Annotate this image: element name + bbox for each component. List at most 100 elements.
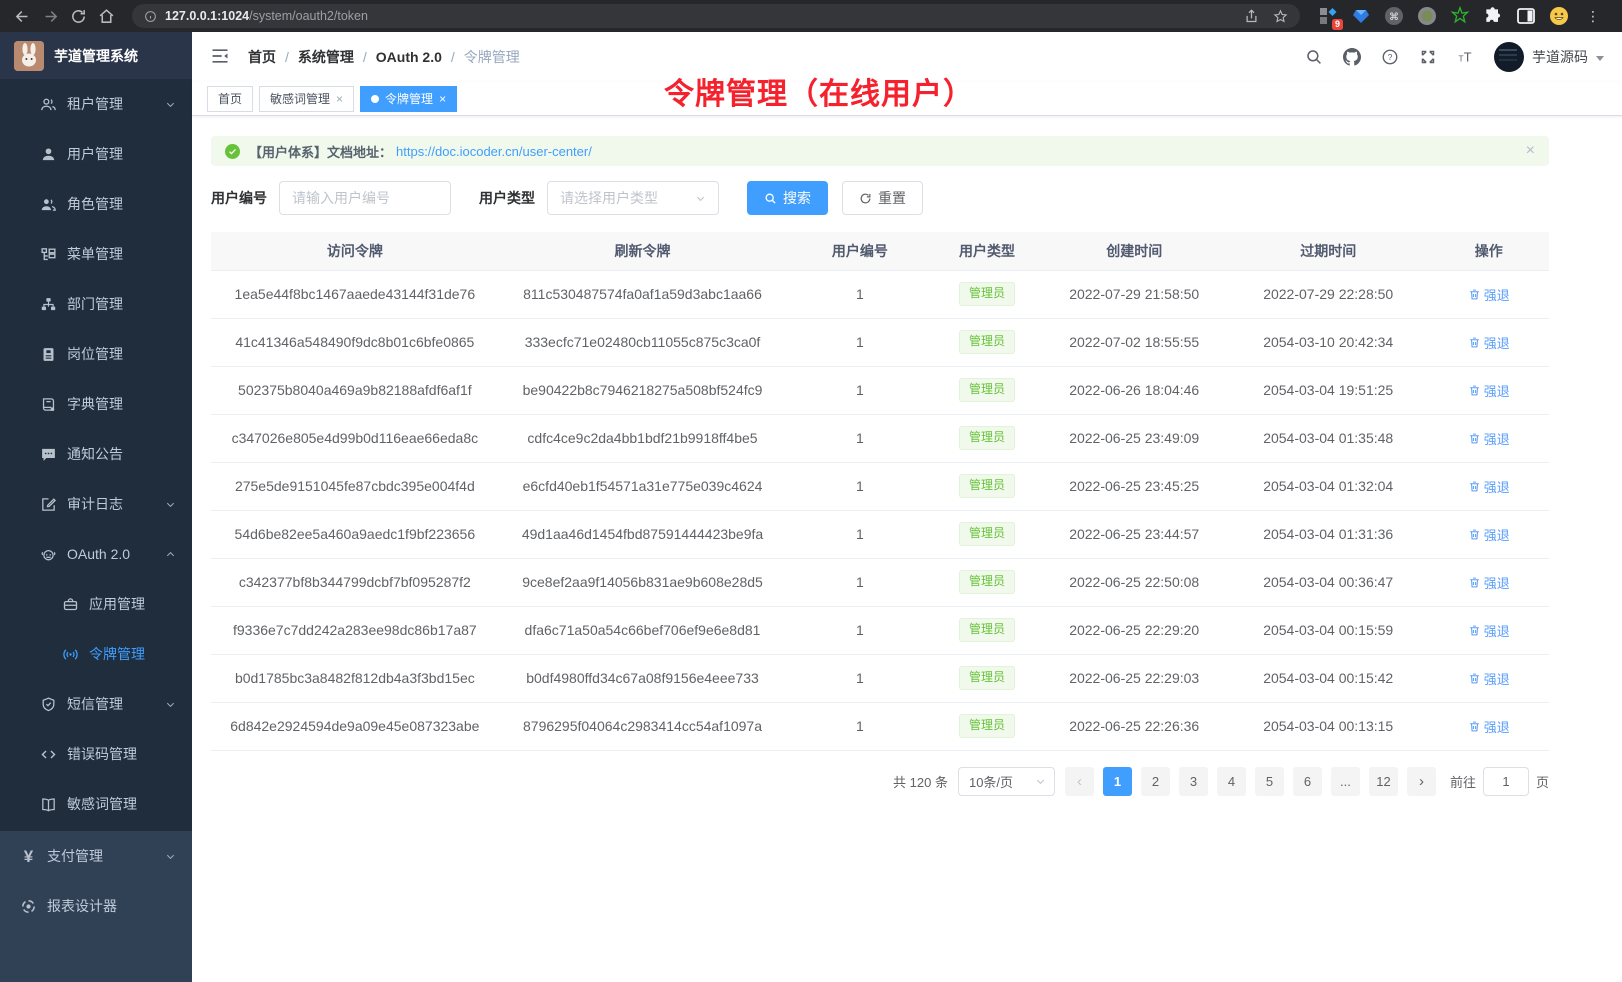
page-button[interactable]: 6: [1293, 767, 1322, 796]
side-panel-icon[interactable]: [1516, 6, 1536, 26]
force-logout-button[interactable]: 强退: [1468, 381, 1510, 400]
browser-menu-icon[interactable]: ⋮: [1582, 8, 1606, 25]
extension-circle-icon[interactable]: [1417, 6, 1437, 26]
forward-icon[interactable]: [36, 2, 64, 30]
sidebar-item-role[interactable]: 角色管理: [0, 179, 192, 229]
cell-create-time: 2022-06-25 23:45:25: [1041, 462, 1228, 510]
sidebar-item-errorcode[interactable]: 错误码管理: [0, 729, 192, 779]
breadcrumb-home[interactable]: 首页: [248, 47, 276, 67]
fullscreen-icon[interactable]: [1418, 47, 1438, 67]
menu-tree-icon: [40, 246, 57, 263]
sidebar-collapse-icon[interactable]: [210, 46, 232, 68]
sidebar-item-user[interactable]: 用户管理: [0, 129, 192, 179]
prev-page-button[interactable]: ‹: [1065, 767, 1094, 796]
oauth-robot-icon: [40, 546, 57, 563]
font-size-icon[interactable]: TT: [1456, 47, 1476, 67]
page-button[interactable]: 1: [1103, 767, 1132, 796]
force-logout-button[interactable]: 强退: [1468, 477, 1510, 496]
force-logout-button[interactable]: 强退: [1468, 429, 1510, 448]
breadcrumb-system[interactable]: 系统管理: [298, 47, 354, 67]
cell-user-type: 管理员: [934, 318, 1041, 366]
page-button[interactable]: 3: [1179, 767, 1208, 796]
force-logout-button[interactable]: 强退: [1468, 669, 1510, 688]
sidebar-item-notice[interactable]: 通知公告: [0, 429, 192, 479]
sidebar-item-oauth-token[interactable]: 令牌管理: [0, 629, 192, 679]
sidebar-item-dict[interactable]: 字典管理: [0, 379, 192, 429]
force-logout-button[interactable]: 强退: [1468, 285, 1510, 304]
user-type-select[interactable]: 请选择用户类型: [547, 181, 719, 215]
total-count: 共 120 条: [893, 772, 948, 791]
page-button[interactable]: 12: [1369, 767, 1398, 796]
svg-text:T: T: [1464, 50, 1472, 65]
sidebar-item-oauth-app[interactable]: 应用管理: [0, 579, 192, 629]
sidebar-item-report-designer[interactable]: 报表设计器: [0, 881, 192, 931]
goto-page-input[interactable]: [1483, 767, 1529, 796]
cell-actions: 强退: [1429, 702, 1549, 750]
extension-grid-icon[interactable]: 9: [1318, 6, 1338, 26]
reload-icon[interactable]: [64, 2, 92, 30]
close-icon[interactable]: ×: [336, 92, 343, 106]
page-button[interactable]: 5: [1255, 767, 1284, 796]
help-icon[interactable]: ?: [1380, 47, 1400, 67]
cell-refresh-token: b0df4980ffd34c67a08f9156e4eee733: [499, 654, 787, 702]
address-bar[interactable]: 127.0.0.1:1024/system/oauth2/token: [132, 4, 1300, 28]
cell-actions: 强退: [1429, 270, 1549, 318]
next-page-button[interactable]: ›: [1407, 767, 1436, 796]
extension-command-icon[interactable]: ⌘: [1384, 6, 1404, 26]
app-logo-row[interactable]: 芋道管理系统: [0, 32, 192, 79]
force-logout-button[interactable]: 强退: [1468, 717, 1510, 736]
force-logout-button[interactable]: 强退: [1468, 621, 1510, 640]
page-button[interactable]: ...: [1331, 767, 1360, 796]
page-unit-label: 页: [1536, 772, 1549, 791]
extension-star-icon[interactable]: [1450, 6, 1470, 26]
tab-sensitive-word[interactable]: 敏感词管理 ×: [259, 86, 354, 112]
breadcrumb-oauth[interactable]: OAuth 2.0: [376, 49, 442, 65]
home-icon[interactable]: [92, 2, 120, 30]
cell-create-time: 2022-07-29 21:58:50: [1041, 270, 1228, 318]
extension-puzzle-icon[interactable]: [1483, 6, 1503, 26]
col-access-token: 访问令牌: [211, 232, 499, 270]
cell-expire-time: 2054-03-04 00:15:59: [1228, 606, 1429, 654]
svg-text:T: T: [1459, 55, 1464, 64]
table-row: 41c41346a548490f9dc8b01c6bfe0865 333ecfc…: [211, 318, 1549, 366]
force-logout-button[interactable]: 强退: [1468, 573, 1510, 592]
cell-user-id: 1: [786, 606, 933, 654]
tab-token[interactable]: 令牌管理 ×: [360, 86, 457, 112]
sidebar-item-pay[interactable]: ¥ 支付管理: [0, 831, 192, 881]
github-icon[interactable]: [1342, 47, 1362, 67]
search-icon[interactable]: [1304, 47, 1324, 67]
sidebar-item-post[interactable]: 岗位管理: [0, 329, 192, 379]
search-button[interactable]: 搜索: [747, 181, 828, 215]
force-logout-button[interactable]: 强退: [1468, 333, 1510, 352]
user-id-input[interactable]: [279, 181, 451, 215]
sidebar-item-sms[interactable]: 短信管理: [0, 679, 192, 729]
extension-strip: 9 ⌘ ⋮: [1310, 6, 1614, 26]
page-button[interactable]: 4: [1217, 767, 1246, 796]
sidebar-item-sensitive-word[interactable]: 敏感词管理: [0, 779, 192, 829]
page-button[interactable]: 2: [1141, 767, 1170, 796]
cell-actions: 强退: [1429, 414, 1549, 462]
user-menu[interactable]: 芋道源码: [1494, 42, 1604, 72]
site-info-icon[interactable]: [144, 10, 157, 23]
sidebar-item-tenant[interactable]: 租户管理: [0, 79, 192, 129]
back-icon[interactable]: [8, 2, 36, 30]
annotation-title: 令牌管理（在线用户）: [664, 69, 974, 113]
force-logout-button[interactable]: 强退: [1468, 525, 1510, 544]
reset-button[interactable]: 重置: [842, 181, 923, 215]
profile-emoji-icon[interactable]: [1549, 6, 1569, 26]
sidebar-item-dept[interactable]: 部门管理: [0, 279, 192, 329]
browser-toolbar: 127.0.0.1:1024/system/oauth2/token 9 ⌘ ⋮: [0, 0, 1622, 32]
sidebar-item-audit-log[interactable]: 审计日志: [0, 479, 192, 529]
tab-home[interactable]: 首页: [207, 86, 253, 112]
page-size-select[interactable]: 10条/页: [958, 767, 1055, 796]
sidebar-item-menu[interactable]: 菜单管理: [0, 229, 192, 279]
sidebar-menu: 租户管理 用户管理 角色管理 菜单管理 部门管理: [0, 79, 192, 982]
notice-message-icon: [40, 446, 57, 463]
doc-link[interactable]: https://doc.iocoder.cn/user-center/: [396, 144, 592, 159]
bookmark-star-icon[interactable]: [1273, 9, 1288, 24]
close-icon[interactable]: ×: [439, 92, 446, 106]
share-icon[interactable]: [1244, 9, 1259, 24]
extension-gem-icon[interactable]: [1351, 6, 1371, 26]
alert-close-icon[interactable]: ×: [1526, 143, 1535, 159]
sidebar-item-oauth2[interactable]: OAuth 2.0: [0, 529, 192, 579]
